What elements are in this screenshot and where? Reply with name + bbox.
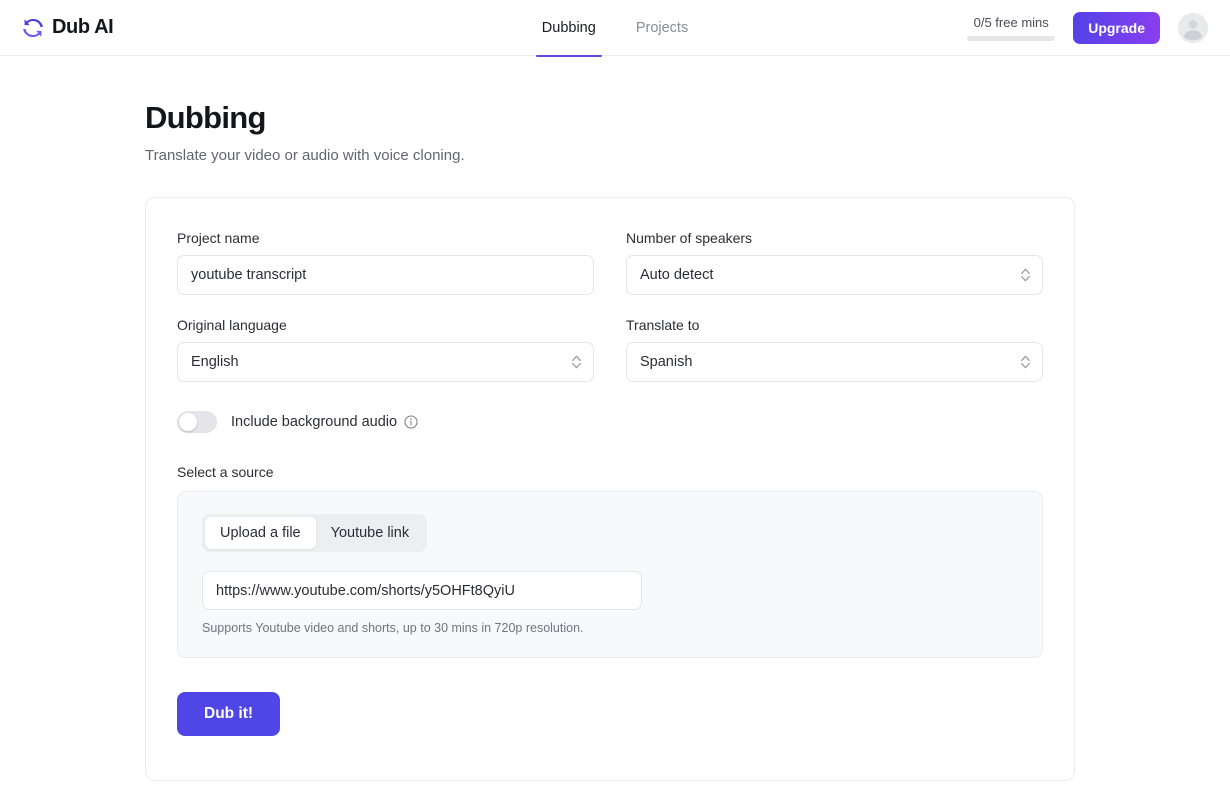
field-number-of-speakers: Number of speakers Auto detect (626, 230, 1043, 295)
tab-youtube-link[interactable]: Youtube link (316, 517, 424, 549)
page-body: Dubbing Translate your video or audio wi… (0, 56, 1230, 781)
translate-to-control: Spanish (626, 342, 1043, 382)
original-language-control: English (177, 342, 594, 382)
original-language-select[interactable]: English (177, 342, 594, 382)
background-audio-label-text: Include background audio (231, 414, 398, 430)
brand-logo-link[interactable]: Dub AI (22, 16, 114, 39)
speakers-label: Number of speakers (626, 230, 753, 246)
speakers-control: Auto detect (626, 255, 1043, 295)
original-language-label: Original language (177, 317, 287, 333)
translate-to-select[interactable]: Spanish (626, 342, 1043, 382)
translate-to-label: Translate to (626, 317, 700, 333)
dubbing-form-card: Project name Number of speakers Auto det… (145, 197, 1075, 781)
translate-to-selected-value: Spanish (640, 354, 693, 370)
sync-arrows-icon (23, 18, 43, 37)
select-source-label: Select a source (177, 464, 274, 480)
form-grid: Project name Number of speakers Auto det… (177, 230, 1043, 404)
field-original-language: Original language English (177, 317, 594, 382)
quota-progress-bar (967, 35, 1056, 41)
original-language-selected-value: English (191, 354, 239, 370)
background-audio-row: Include background audio (177, 411, 1043, 433)
toggle-knob (179, 413, 197, 431)
source-tab-group: Upload a file Youtube link (202, 514, 428, 552)
dub-it-button[interactable]: Dub it! (177, 692, 281, 736)
youtube-url-input[interactable] (202, 571, 642, 610)
page-subtitle: Translate your video or audio with voice… (145, 147, 465, 164)
tab-upload-a-file[interactable]: Upload a file (205, 517, 316, 549)
upgrade-button[interactable]: Upgrade (1073, 11, 1160, 44)
page-content-container: Dubbing Translate your video or audio wi… (145, 100, 1075, 781)
source-panel: Upload a file Youtube link Supports Yout… (177, 491, 1043, 658)
speakers-selected-value: Auto detect (640, 267, 714, 283)
user-avatar-icon[interactable] (1178, 12, 1208, 43)
free-minutes-quota: 0/5 free mins (967, 14, 1056, 41)
info-circle-icon[interactable] (404, 415, 418, 429)
youtube-url-row: Supports Youtube video and shorts, up to… (202, 571, 1018, 635)
project-name-control (177, 255, 594, 295)
project-name-input[interactable] (177, 255, 594, 295)
field-project-name: Project name (177, 230, 594, 295)
background-audio-toggle[interactable] (177, 411, 217, 433)
nav-item-dubbing[interactable]: Dubbing (535, 0, 602, 57)
nav-item-projects-label: Projects (635, 20, 689, 36)
speakers-select[interactable]: Auto detect (626, 255, 1043, 295)
header-right-group: 0/5 free mins Upgrade (967, 11, 1208, 44)
app-header: Dub AI Dubbing Projects 0/5 free mins Up… (0, 0, 1230, 57)
nav-item-projects[interactable]: Projects (630, 0, 694, 56)
quota-label: 0/5 free mins (973, 14, 1049, 30)
youtube-url-help-text: Supports Youtube video and shorts, up to… (202, 621, 584, 635)
field-translate-to: Translate to Spanish (626, 317, 1043, 382)
brand-name: Dub AI (52, 16, 114, 38)
page-title: Dubbing (145, 100, 266, 135)
nav-item-dubbing-label: Dubbing (541, 20, 596, 36)
background-audio-label: Include background audio (231, 414, 418, 430)
project-name-label: Project name (177, 230, 260, 246)
